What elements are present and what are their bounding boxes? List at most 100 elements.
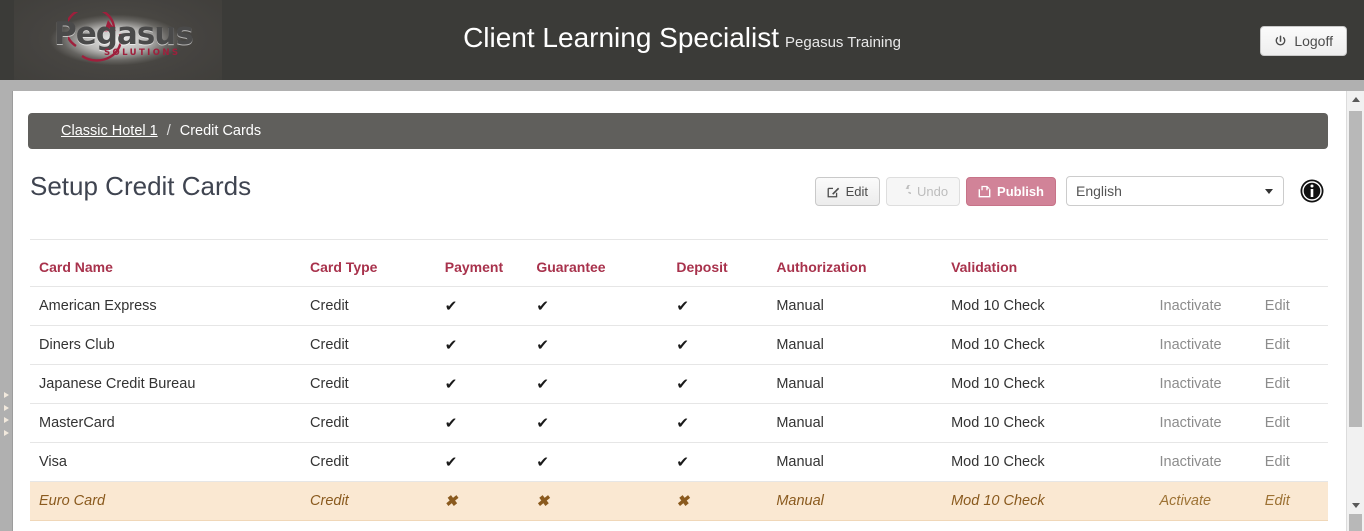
cell-payment: ✔ (444, 403, 537, 443)
status-toggle-link[interactable]: Inactivate (1159, 442, 1265, 482)
app-header: Pegasus SOLUTIONS Client Learning Specia… (0, 0, 1364, 81)
status-toggle-link[interactable]: Inactivate (1159, 325, 1265, 365)
publish-button[interactable]: Publish (966, 176, 1056, 206)
info-icon[interactable] (1299, 178, 1325, 204)
table-row: Diners Club Credit ✔ ✔ ✔ Manual Mod 10 Check In… (30, 325, 1328, 365)
vertical-scrollbar[interactable] (1346, 91, 1364, 531)
row-edit-link-text[interactable]: Edit (1265, 298, 1290, 314)
cell-authorization: Manual (776, 442, 952, 482)
scroll-down-button[interactable] (1347, 497, 1364, 514)
cell-card-type: Credit (310, 481, 445, 521)
check-icon: ✔ (444, 415, 458, 432)
table-body: American Express Credit ✔ ✔ ✔ Manual Mod 10 Ch… (30, 286, 1328, 521)
table-row: Visa Credit ✔ ✔ ✔ Manual Mod 10 Check Inactivat… (30, 442, 1328, 482)
row-edit-link-text[interactable]: Edit (1265, 376, 1290, 392)
status-toggle-link[interactable]: Inactivate (1159, 286, 1265, 326)
scroll-up-button[interactable] (1347, 91, 1364, 108)
column-header-authorization: Authorization (776, 240, 952, 287)
cell-deposit: ✔ (676, 286, 777, 326)
logoff-label: Logoff (1294, 33, 1333, 49)
row-edit-link-text[interactable]: Edit (1265, 493, 1290, 509)
chevron-right-icon (3, 417, 9, 424)
logo-wordmark: Pegasus (54, 16, 194, 52)
check-icon: ✔ (676, 454, 689, 471)
check-icon: ✔ (676, 298, 689, 315)
status-toggle-link[interactable]: Inactivate (1159, 403, 1265, 443)
status-toggle-link-text[interactable]: Inactivate (1160, 298, 1222, 314)
cell-deposit: ✔ (676, 364, 777, 404)
cell-card-type: Credit (310, 364, 445, 404)
cell-validation: Mod 10 Check (951, 286, 1160, 326)
pencil-square-icon (827, 187, 839, 197)
row-edit-link-text[interactable]: Edit (1265, 454, 1290, 470)
row-edit-link[interactable]: Edit (1264, 286, 1328, 326)
column-header-edit-action (1264, 240, 1328, 287)
cell-card-name: Visa (30, 442, 311, 482)
chevron-right-icon (3, 392, 9, 399)
logoff-button[interactable]: Logoff (1260, 26, 1347, 56)
credit-cards-table: Card Name Card Type Payment Guarantee De… (30, 240, 1328, 521)
row-edit-link-text[interactable]: Edit (1265, 337, 1290, 353)
column-header-validation: Validation (951, 240, 1160, 287)
cell-card-name: American Express (30, 286, 311, 326)
cell-payment: ✔ (444, 325, 537, 365)
status-toggle-link[interactable]: Activate (1159, 481, 1265, 521)
cell-card-name: Japanese Credit Bureau (30, 364, 311, 404)
row-edit-link[interactable]: Edit (1264, 364, 1328, 404)
status-toggle-link-text[interactable]: Inactivate (1160, 376, 1222, 392)
row-edit-link[interactable]: Edit (1264, 481, 1328, 521)
language-select[interactable]: English (1066, 176, 1284, 206)
scrollbar-thumb[interactable] (1349, 111, 1362, 427)
cell-deposit: ✖ (676, 481, 777, 521)
row-edit-link[interactable]: Edit (1264, 403, 1328, 443)
cell-authorization: Manual (776, 286, 952, 326)
left-rail (0, 91, 13, 531)
brand-logo: Pegasus SOLUTIONS (14, 0, 222, 80)
column-header-deposit: Deposit (676, 240, 777, 287)
check-icon: ✔ (536, 376, 549, 393)
table-row: MasterCard Credit ✔ ✔ ✔ Manual Mod 10 Check Ina… (30, 403, 1328, 443)
edit-button[interactable]: Edit (814, 176, 880, 206)
row-edit-link-text[interactable]: Edit (1265, 415, 1290, 431)
cell-card-name: Euro Card (30, 481, 311, 521)
table-row: Euro Card Credit ✖ ✖ ✖ Manual Mod 10 Check Acti… (30, 481, 1328, 521)
cell-card-type: Credit (310, 325, 445, 365)
status-toggle-link[interactable]: Inactivate (1159, 364, 1265, 404)
cell-guarantee: ✔ (536, 364, 677, 404)
cell-payment: ✔ (444, 442, 537, 482)
action-toolbar: Edit Undo Publish English (814, 176, 1325, 206)
scrollbar-track-end[interactable] (1349, 514, 1362, 531)
chevron-right-icon (3, 404, 9, 411)
row-edit-link[interactable]: Edit (1264, 325, 1328, 365)
cell-card-type: Credit (310, 442, 445, 482)
table-row: American Express Credit ✔ ✔ ✔ Manual Mod 10 Ch… (30, 286, 1328, 326)
chevron-right-icon (3, 429, 9, 436)
edit-label: Edit (845, 183, 868, 199)
column-header-card-name: Card Name (30, 240, 311, 287)
cell-guarantee: ✔ (536, 286, 677, 326)
check-icon: ✔ (536, 298, 549, 315)
check-icon: ✔ (444, 298, 458, 315)
undo-button[interactable]: Undo (885, 176, 961, 206)
cell-guarantee: ✔ (536, 403, 677, 443)
cell-deposit: ✔ (676, 442, 777, 482)
breadcrumb-current: Credit Cards (179, 123, 262, 139)
status-toggle-link-text[interactable]: Activate (1160, 493, 1212, 509)
check-icon: ✔ (444, 337, 458, 354)
page-title: Setup Credit Cards (30, 171, 252, 201)
cell-authorization: Manual (776, 481, 952, 521)
status-toggle-link-text[interactable]: Inactivate (1160, 454, 1222, 470)
check-icon: ✔ (444, 454, 458, 471)
status-toggle-link-text[interactable]: Inactivate (1160, 415, 1222, 431)
app-title-main: Client Learning Specialist (463, 22, 780, 53)
main-content: Classic Hotel 1 / Credit Cards Setup Cre… (13, 91, 1347, 531)
table-row: Japanese Credit Bureau Credit ✔ ✔ ✔ Manual Mod… (30, 364, 1328, 404)
triangle-up-icon (1351, 97, 1360, 102)
cell-authorization: Manual (776, 364, 952, 404)
breadcrumb-link-hotel[interactable]: Classic Hotel 1 (61, 123, 158, 139)
row-edit-link[interactable]: Edit (1264, 442, 1328, 482)
logo-tagline: SOLUTIONS (104, 48, 181, 58)
status-toggle-link-text[interactable]: Inactivate (1160, 337, 1222, 353)
sidebar-expand-handle[interactable] (0, 389, 12, 439)
cell-card-type: Credit (310, 403, 445, 443)
